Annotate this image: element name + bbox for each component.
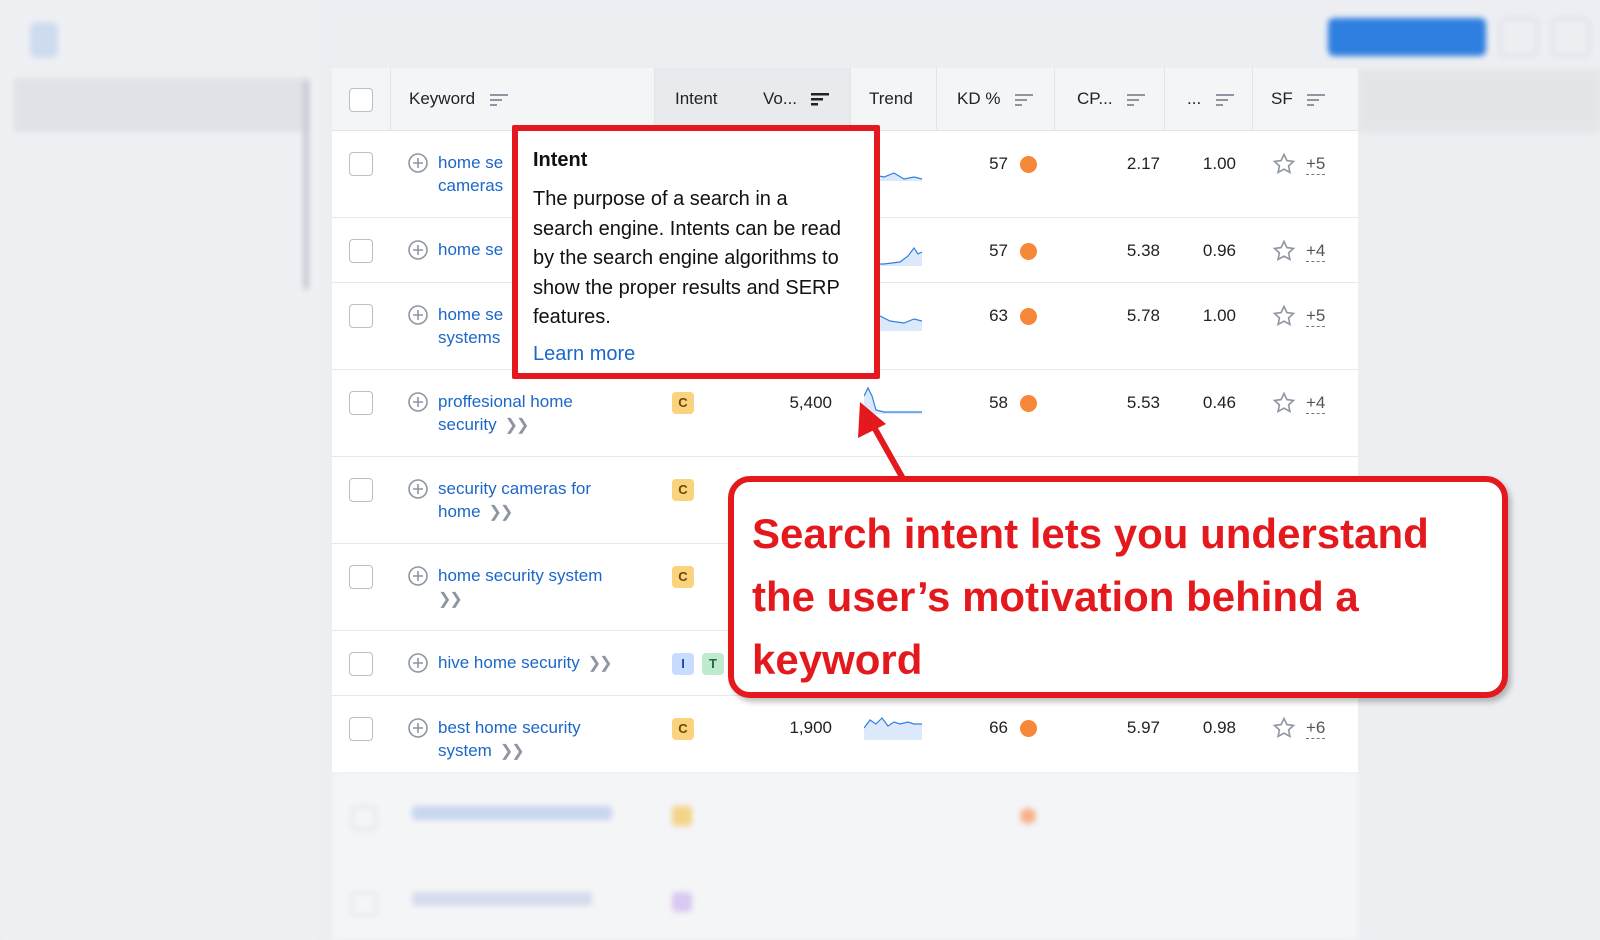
- annotation-callout: Search intent lets you understand the us…: [728, 476, 1508, 698]
- intent-tooltip: Intent The purpose of a search in a sear…: [512, 125, 880, 379]
- tooltip-body: The purpose of a search in a search engi…: [533, 188, 841, 328]
- learn-more-link[interactable]: Learn more: [533, 343, 635, 366]
- tooltip-title: Intent: [533, 149, 588, 171]
- callout-text: Search intent lets you understand the us…: [752, 510, 1429, 683]
